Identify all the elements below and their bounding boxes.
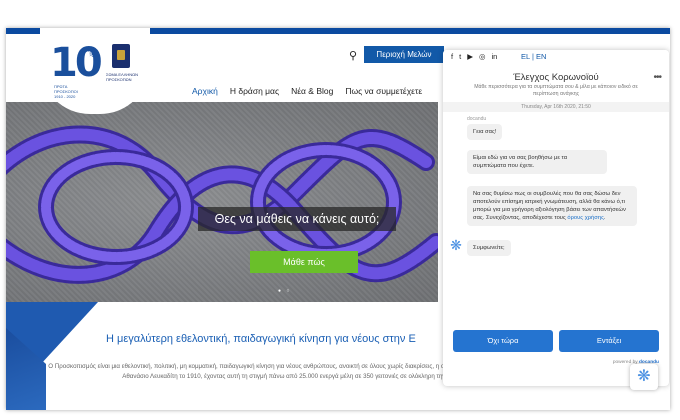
chat-message: Είμαι εδώ για να σας βοηθήσω με τα συμπτ…: [467, 150, 607, 174]
scouts-seal-icon: [112, 44, 130, 68]
hero-slider: Θες να μάθεις να κάνεις αυτό; Μάθε πώς ●…: [6, 102, 438, 302]
nav-item-our-action[interactable]: Η δράση μας: [230, 86, 279, 96]
logo-caption: ΠΡΩΤΑ ΠΡΟΣΚΟΠΟΙ 1910 - 2020: [54, 84, 78, 99]
chat-message: Γεια σας!: [467, 124, 503, 140]
chat-message-end: .: [603, 215, 606, 221]
nav-item-home[interactable]: Αρχική: [192, 86, 218, 96]
youtube-icon[interactable]: ▶: [467, 52, 473, 61]
decline-button[interactable]: Όχι τώρα: [453, 330, 553, 352]
nav-item-participate[interactable]: Πως να συμμετέχετε: [345, 86, 422, 96]
chat-message: Να σας θυμίσω πως οι συμβουλές που θα σα…: [467, 186, 637, 226]
fleur-de-lis-icon: ⚜: [86, 44, 99, 60]
main-nav: Αρχική Η δράση μας Νέα & Blog Πως να συμ…: [192, 86, 422, 96]
learn-how-button[interactable]: Μάθε πώς: [250, 251, 358, 273]
member-area-button[interactable]: Περιοχή Μελών: [364, 46, 444, 63]
tagline-heading: Η μεγαλύτερη εθελοντική, παιδαγωγική κίν…: [106, 333, 416, 345]
seal-caption: ΣΩΜΑ ΕΛΛΗΝΩΝ ΠΡΟΣΚΟΠΩΝ: [106, 72, 139, 82]
instagram-icon[interactable]: ◎: [479, 52, 486, 61]
social-bar: f t ▶ ◎ in EL | EN: [443, 50, 669, 68]
accept-button[interactable]: Εντάξει: [559, 330, 659, 352]
chat-timestamp: Thursday, Apr 16th 2020, 21:50: [443, 102, 669, 112]
site-logo[interactable]: 10 ⚜ ΠΡΩΤΑ ΠΡΟΣΚΟΠΟΙ 1910 - 2020 ΣΩΜΑ ΕΛ…: [40, 28, 150, 114]
browser-viewport: ⚲ Περιοχή Μελών Αρχική Η δράση μας Νέα &…: [6, 28, 670, 410]
chat-subtitle: Μάθε περισσότερα για τα συμπτώματα σου &…: [474, 84, 638, 97]
nav-item-news-blog[interactable]: Νέα & Blog: [291, 86, 333, 96]
chat-widget: f t ▶ ◎ in EL | EN Έλεγχος Κορωνοϊού •••…: [443, 50, 669, 386]
terms-link[interactable]: όρους χρήσης: [567, 215, 603, 221]
social-links: f t ▶ ◎ in: [451, 52, 497, 61]
hero-title: Θες να μάθεις να κάνεις αυτό;: [198, 207, 396, 231]
twitter-icon[interactable]: t: [459, 52, 461, 61]
linkedin-icon[interactable]: in: [492, 52, 498, 61]
chat-message: Συμφωνείτε;: [467, 240, 511, 256]
search-icon[interactable]: ⚲: [344, 48, 362, 64]
facebook-icon[interactable]: f: [451, 52, 453, 61]
bot-avatar-icon: ❋: [450, 237, 462, 253]
slider-dots[interactable]: ● ○: [278, 288, 291, 294]
language-switcher[interactable]: EL | EN: [521, 52, 546, 61]
chat-sender: docandu: [467, 116, 487, 122]
chat-launcher-icon[interactable]: ❋: [630, 364, 658, 390]
more-options-icon[interactable]: •••: [653, 72, 661, 83]
rope-knot-image: [6, 125, 438, 284]
chat-title: Έλεγχος Κορωνοϊού: [513, 72, 599, 83]
